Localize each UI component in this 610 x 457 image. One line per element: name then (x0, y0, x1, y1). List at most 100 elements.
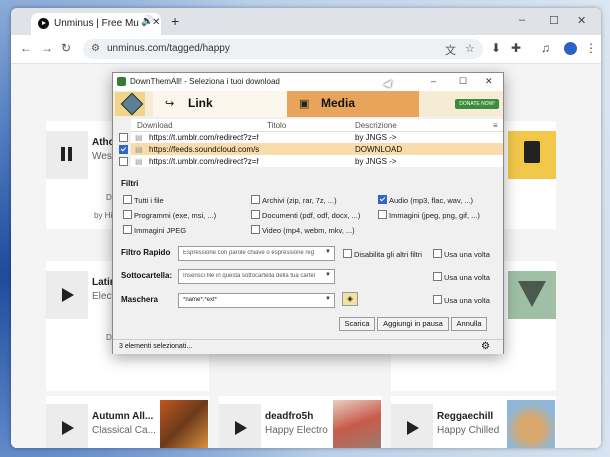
mask-input[interactable]: *name*.*ext* ▼ (178, 293, 335, 308)
once-checkbox[interactable] (433, 295, 442, 304)
filter-checkbox[interactable] (251, 195, 260, 204)
add-paused-button[interactable]: Aggiungi in pausa (377, 317, 449, 331)
browser-tab[interactable]: Unminus | Free Music. No F 🔊 ✕ (31, 13, 161, 35)
filter-label: Tutti i file (134, 196, 164, 205)
site-info-icon[interactable]: ⚙ (91, 43, 100, 54)
tab-close-icon[interactable]: ✕ (152, 17, 160, 28)
dialog-minimize-button[interactable]: – (431, 76, 436, 86)
minimize-button[interactable]: – (519, 14, 525, 26)
download-button[interactable]: Scarica (339, 317, 375, 331)
menu-kebab-icon[interactable]: ⋮ (585, 41, 597, 55)
filter-checkbox[interactable] (123, 195, 132, 204)
play-button[interactable] (46, 404, 88, 448)
filter-documenti[interactable]: Documenti (pdf, odf, docx, ...) (251, 210, 360, 220)
filter-checkbox[interactable] (378, 195, 387, 204)
filter-immagini[interactable]: Immagini (jpeg, png, gif, ...) (378, 210, 480, 220)
maximize-button[interactable]: ☐ (549, 14, 559, 27)
play-button[interactable] (46, 271, 88, 319)
chevron-down-icon[interactable]: ▼ (325, 249, 331, 255)
row-checkbox[interactable] (119, 157, 128, 166)
extension-dta-icon[interactable]: ⬇ (491, 41, 501, 55)
translate-icon[interactable]: 文 (445, 42, 456, 58)
track-card[interactable]: Autumn All... Classical Ca... (46, 396, 209, 448)
filter-checkbox[interactable] (123, 210, 132, 219)
play-icon (62, 288, 74, 302)
address-bar[interactable]: ⚙ unminus.com/tagged/happy 文 ☆ (83, 39, 483, 59)
url-text: unminus.com/tagged/happy (107, 43, 230, 54)
chevron-down-icon[interactable]: ▼ (325, 296, 331, 302)
play-button[interactable] (391, 404, 433, 448)
once-label: Usa una volta (444, 296, 490, 305)
subfolder-label: Sottocartella: (121, 271, 173, 280)
dialog-close-button[interactable]: ✕ (485, 76, 493, 87)
quick-filter-placeholder: Espressione con parole chiave o espressi… (183, 250, 315, 256)
play-button[interactable] (219, 404, 261, 448)
track-card[interactable]: deadfro5h Happy Electro (219, 396, 382, 448)
cancel-button[interactable]: Annulla (451, 317, 487, 331)
pause-button[interactable] (46, 131, 88, 179)
col-download[interactable]: Download (137, 121, 173, 130)
mask-tags-button[interactable]: ◈ (342, 292, 358, 306)
row-checkbox[interactable] (119, 145, 128, 154)
track-card[interactable]: Reggaechill Happy Chilled (391, 396, 556, 448)
list-item[interactable]: ▤ https://t.umblr.com/redirect?z=ht... b… (131, 155, 503, 167)
arrow-icon (120, 92, 144, 116)
donate-button[interactable]: DONATE NOW! (455, 99, 499, 109)
filter-audio[interactable]: Audio (mp3, flac, wav, ...) (378, 195, 473, 205)
tab-media[interactable]: ▣ Media (287, 91, 419, 117)
extensions-puzzle-icon[interactable]: ✚ (511, 41, 521, 55)
close-window-button[interactable]: ✕ (577, 14, 586, 27)
once-checkbox[interactable] (433, 272, 442, 281)
track-thumbnail (508, 131, 556, 179)
dialog-maximize-button[interactable]: ☐ (459, 76, 467, 87)
track-genre: Happy Electro (265, 425, 328, 436)
filter-video[interactable]: Video (mp4, webm, mkv, ...) (251, 225, 355, 235)
status-bar: 3 elementi selezionati... ⚙ (113, 339, 503, 354)
filter-checkbox[interactable] (251, 210, 260, 219)
row-url: https://t.umblr.com/redirect?z=ht... (149, 157, 259, 166)
disable-filters-checkbox[interactable] (343, 249, 352, 258)
columns-menu-icon[interactable]: ≡ (493, 121, 498, 130)
subfolder-once-option[interactable]: Usa una volta (433, 272, 490, 282)
filter-checkbox[interactable] (378, 210, 387, 219)
disable-filters-option[interactable]: Disabilita gli altri filtri (343, 249, 422, 259)
tab-link[interactable]: ↪ Link (153, 91, 287, 117)
row-checkbox-column (113, 119, 131, 167)
filter-tutti[interactable]: Tutti i file (123, 195, 164, 205)
media-control-icon[interactable]: ♫ (541, 41, 550, 55)
chevron-down-icon[interactable]: ▼ (325, 272, 331, 278)
col-titolo[interactable]: Titolo (267, 121, 286, 130)
filter-label: Archivi (zip, rar, 7z, ...) (262, 196, 337, 205)
filter-checkbox[interactable] (251, 225, 260, 234)
quick-filter-once-option[interactable]: Usa una volta (433, 249, 490, 259)
file-icon: ▤ (135, 157, 143, 166)
favicon-icon (38, 18, 49, 29)
profile-avatar[interactable] (564, 42, 577, 55)
filter-label: Video (mp4, webm, mkv, ...) (262, 226, 355, 235)
quick-filter-input[interactable]: Espressione con parole chiave o espressi… (178, 246, 335, 261)
once-checkbox[interactable] (433, 249, 442, 258)
forward-icon[interactable]: → (41, 41, 53, 55)
list-item[interactable]: ▤ https://feeds.soundcloud.com/str... DO… (131, 143, 503, 155)
filter-programmi[interactable]: Programmi (exe, msi, ...) (123, 210, 216, 220)
settings-gear-icon[interactable]: ⚙ (481, 341, 490, 352)
new-tab-button[interactable]: + (171, 13, 179, 29)
mask-once-option[interactable]: Usa una volta (433, 295, 490, 305)
mask-value: *name*.*ext* (183, 297, 218, 303)
file-icon: ▤ (135, 133, 143, 142)
quick-filter-label: Filtro Rapido (121, 248, 171, 257)
row-checkbox[interactable] (119, 133, 128, 142)
filter-checkbox[interactable] (123, 225, 132, 234)
col-descrizione[interactable]: Descrizione (355, 121, 397, 130)
play-icon (235, 421, 247, 435)
bookmark-star-icon[interactable]: ☆ (465, 42, 475, 55)
filter-archivi[interactable]: Archivi (zip, rar, 7z, ...) (251, 195, 337, 205)
once-label: Usa una volta (444, 273, 490, 282)
list-item[interactable]: ▤ https://t.umblr.com/redirect?z=ht... b… (131, 131, 503, 143)
filter-immagini-jpeg[interactable]: Immagini JPEG (123, 225, 186, 235)
back-icon[interactable]: ← (20, 41, 32, 55)
reload-icon[interactable]: ↻ (61, 41, 71, 55)
subfolder-input[interactable]: Inserisci file in questa sottocartella d… (178, 269, 335, 284)
filter-label: Audio (mp3, flac, wav, ...) (389, 196, 474, 205)
track-thumbnail (160, 400, 208, 448)
